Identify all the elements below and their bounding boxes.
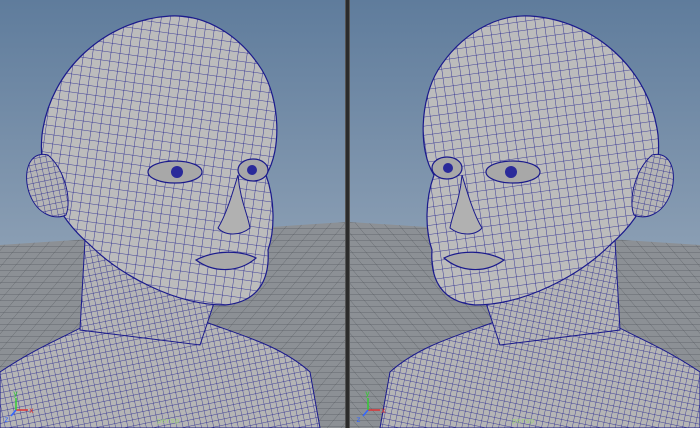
axis-z-label: z [4,415,9,424]
axis-x-label: x [29,406,34,415]
axis-y-label: y [13,389,18,398]
right-iris [505,166,517,178]
camera-label: persp [512,417,535,425]
left-iris [443,163,453,173]
right-viewport-canvas[interactable]: x y z [350,0,700,428]
left-viewport[interactable]: x y z persp [0,0,345,428]
right-iris [247,165,257,175]
camera-label: persp [157,417,180,425]
maya-viewports: x y z persp x y z persp [0,0,700,428]
axis-x-label: x [381,406,386,415]
axis-z-label: z [356,415,361,424]
left-viewport-canvas[interactable]: x y z [0,0,345,428]
axis-y-label: y [365,389,370,398]
left-iris [171,166,183,178]
right-viewport[interactable]: x y z persp [350,0,700,428]
